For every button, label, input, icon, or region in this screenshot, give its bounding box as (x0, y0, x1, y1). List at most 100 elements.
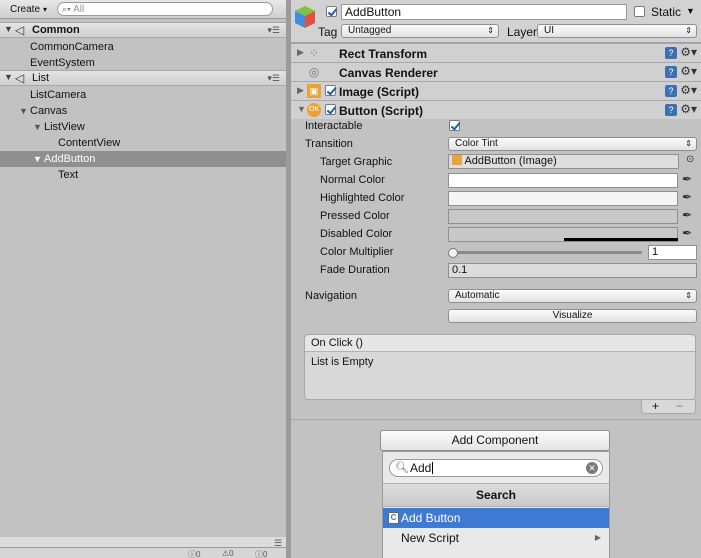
tag-label: Tag (318, 25, 338, 39)
expand-triangle-icon[interactable]: ▶ (297, 85, 304, 96)
expand-triangle-icon[interactable]: ▼ (4, 72, 13, 82)
gear-icon[interactable]: ⚙▾ (680, 83, 697, 97)
hierarchy-item-label: CommonCamera (30, 41, 114, 53)
interactable-checkbox[interactable] (449, 120, 460, 131)
hierarchy-item-eventsystem[interactable]: EventSystem (0, 55, 286, 71)
object-name-field[interactable]: AddButton (341, 4, 627, 20)
error-count-badge[interactable]: ⓘ0 (255, 549, 267, 558)
color-multiplier-field[interactable]: 1 (648, 245, 697, 260)
scene-name: List (32, 72, 50, 84)
create-dropdown[interactable]: Create ▾ (4, 2, 50, 17)
gear-icon[interactable]: ⚙▾ (680, 45, 697, 59)
component-enabled-checkbox[interactable] (325, 85, 336, 96)
eyedropper-icon[interactable]: ✒ (682, 172, 692, 186)
hierarchy-item-commoncamera[interactable]: CommonCamera (0, 39, 286, 55)
help-icon[interactable]: ? (665, 85, 677, 97)
expand-triangle-icon[interactable]: ▼ (4, 24, 13, 34)
image-script-icon: ▣ (307, 84, 321, 98)
static-dropdown-icon[interactable]: ▼ (686, 6, 695, 16)
target-graphic-field[interactable]: AddButton (Image) (448, 154, 679, 169)
layer-dropdown[interactable]: UI ⇕ (537, 24, 697, 38)
target-graphic-value: AddButton (Image) (464, 155, 557, 167)
component-name: Button (Script) (339, 104, 423, 118)
component-name: Image (Script) (339, 85, 420, 99)
gear-icon[interactable]: ⚙▾ (680, 102, 697, 116)
hierarchy-scrollbar[interactable] (0, 537, 286, 547)
component-canvas-renderer[interactable]: ◎ Canvas Renderer ? ⚙▾ (291, 62, 701, 81)
layer-value: UI (544, 25, 554, 36)
scene-menu-icon[interactable]: ▾☰ (267, 25, 280, 36)
eyedropper-icon[interactable]: ✒ (682, 190, 692, 204)
inspector-header: AddButton Static ▼ Tag Untagged ⇕ Layer U… (291, 0, 701, 43)
component-button-script[interactable]: ▼ OK Button (Script) ? ⚙▾ (291, 100, 701, 119)
warning-count: 0 (229, 549, 234, 558)
help-icon[interactable]: ? (665, 104, 677, 116)
create-label: Create (10, 4, 41, 15)
eyedropper-icon[interactable]: ✒ (682, 226, 692, 240)
hierarchy-item-label: ContentView (58, 137, 121, 149)
tag-dropdown[interactable]: Untagged ⇕ (341, 24, 499, 38)
expand-triangle-icon[interactable]: ▼ (33, 151, 42, 167)
onclick-plus-minus-bar: + − (641, 400, 696, 414)
expand-triangle-icon[interactable]: ▼ (297, 104, 306, 114)
visualize-label: Visualize (552, 310, 593, 321)
search-icon: ⌕▾ (62, 4, 71, 14)
help-icon[interactable]: ? (665, 66, 677, 78)
scene-header-common[interactable]: ▼ ◁ Common ▾☰ (0, 22, 286, 38)
visualize-button[interactable]: Visualize (448, 309, 697, 323)
hierarchy-item-canvas[interactable]: ▼ Canvas (0, 103, 286, 119)
scene-header-list[interactable]: ▼ ◁ List ▾☰ (0, 70, 286, 86)
expand-triangle-icon[interactable]: ▶ (297, 47, 304, 58)
color-multiplier-slider[interactable] (452, 251, 642, 254)
search-placeholder: All (73, 4, 85, 15)
clear-search-icon[interactable]: ✕ (586, 462, 598, 474)
component-image-script[interactable]: ▶ ▣ Image (Script) ? ⚙▾ (291, 81, 701, 100)
inspector-panel: AddButton Static ▼ Tag Untagged ⇕ Layer U… (291, 0, 701, 558)
scene-menu-icon[interactable]: ▾☰ (267, 73, 280, 84)
warning-count-badge[interactable]: ⚠0 (222, 549, 234, 558)
disabled-color-field[interactable] (448, 227, 678, 242)
add-listener-button[interactable]: + (652, 400, 659, 412)
expand-triangle-icon[interactable]: ▼ (19, 103, 28, 119)
log-count-badge[interactable]: ⓘ0 (188, 549, 200, 558)
gear-icon[interactable]: ⚙▾ (680, 64, 697, 78)
normal-color-field[interactable] (448, 173, 678, 188)
transition-dropdown[interactable]: Color Tint ⇕ (448, 137, 697, 151)
divider (291, 419, 701, 420)
hierarchy-item-listview[interactable]: ▼ ListView (0, 119, 286, 135)
popup-item-new-script[interactable]: New Script ▶ (383, 528, 609, 548)
remove-listener-button[interactable]: − (676, 400, 683, 412)
hierarchy-status-bar (0, 547, 286, 558)
popup-item-add-button[interactable]: C Add Button (383, 508, 609, 528)
static-checkbox[interactable] (634, 6, 645, 17)
expand-triangle-icon[interactable]: ▼ (33, 119, 42, 135)
help-icon[interactable]: ? (665, 47, 677, 59)
unity-scene-icon: ◁ (15, 71, 25, 85)
fade-duration-field[interactable]: 0.1 (448, 263, 697, 278)
eyedropper-icon[interactable]: ✒ (682, 208, 692, 222)
text-caret (432, 462, 434, 474)
component-search-input[interactable]: 🔍︎ Add ✕ (389, 459, 603, 477)
hierarchy-item-addbutton[interactable]: ▼ AddButton (0, 151, 286, 167)
transition-value: Color Tint (455, 138, 498, 149)
hierarchy-item-label: AddButton (44, 153, 96, 165)
slider-knob[interactable] (448, 248, 458, 258)
object-picker-icon[interactable]: ⊙ (686, 154, 694, 165)
hierarchy-search-input[interactable]: ⌕▾ All (57, 2, 273, 16)
dropdown-arrow-icon: ⇕ (685, 26, 692, 35)
transition-label: Transition (305, 138, 353, 150)
hierarchy-item-contentview[interactable]: ContentView (0, 135, 286, 151)
add-component-button[interactable]: Add Component (380, 430, 610, 451)
hierarchy-item-text[interactable]: Text (0, 167, 286, 183)
component-enabled-checkbox[interactable] (325, 104, 336, 115)
tag-value: Untagged (348, 25, 392, 36)
navigation-value: Automatic (455, 290, 500, 301)
highlighted-color-field[interactable] (448, 191, 678, 206)
component-rect-transform[interactable]: ▶ ⁘ Rect Transform ? ⚙▾ (291, 43, 701, 62)
navigation-dropdown[interactable]: Automatic ⇕ (448, 289, 697, 303)
active-checkbox[interactable] (326, 6, 337, 17)
pressed-color-field[interactable] (448, 209, 678, 224)
hierarchy-item-listcamera[interactable]: ListCamera (0, 87, 286, 103)
pressed-color-label: Pressed Color (320, 210, 390, 222)
normal-color-label: Normal Color (320, 174, 385, 186)
